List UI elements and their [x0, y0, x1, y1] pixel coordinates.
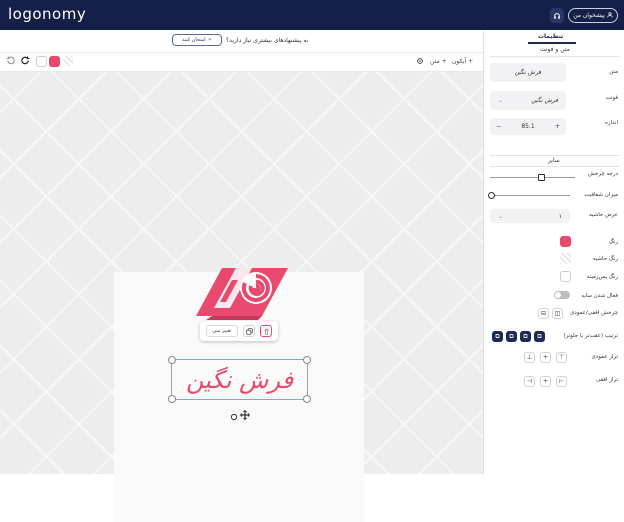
- user-icon: [607, 11, 613, 20]
- align-right-icon[interactable]: ⊣: [524, 376, 535, 387]
- chevron-down-icon: ⌄: [498, 97, 504, 104]
- font-select[interactable]: ⌄ فرش نگین: [490, 91, 566, 110]
- divider: [490, 166, 620, 167]
- opacity-slider[interactable]: [490, 195, 570, 196]
- rug-logo-icon[interactable]: [192, 264, 290, 320]
- account-button[interactable]: پیشخوان من: [568, 8, 618, 23]
- text-input[interactable]: فرش نگین: [490, 63, 566, 82]
- align-bottom-icon[interactable]: ⊥: [524, 352, 535, 363]
- size-value: 85.1: [521, 123, 535, 130]
- rotation-slider[interactable]: [490, 177, 575, 178]
- move-icon[interactable]: [240, 405, 250, 424]
- chevron-down-icon: ⌄: [498, 212, 504, 220]
- font-label: فونت: [605, 95, 618, 101]
- canvas-toolbar: متن + آیکون +: [0, 53, 483, 72]
- bg-color-label: رنگ پس‌زمینه: [586, 274, 618, 280]
- border-color-label: رنگ حاشیه: [592, 256, 618, 262]
- color-swatch[interactable]: [560, 236, 571, 247]
- resize-handle[interactable]: [303, 395, 311, 403]
- top-bar: logonomy پیشخوان من: [0, 0, 624, 30]
- other-section: سایر: [548, 157, 560, 164]
- logo-text: فرش نگین: [185, 365, 294, 394]
- bring-forward-icon[interactable]: ⧉: [506, 331, 517, 342]
- align-left-icon[interactable]: ⊢: [556, 376, 567, 387]
- edit-text-button[interactable]: تغییر متن: [206, 325, 238, 337]
- flip-label: چرخش افقی/عمودی: [569, 310, 618, 316]
- context-menu: تغییر متن: [200, 321, 278, 341]
- rotation-slider-thumb[interactable]: [538, 174, 545, 181]
- send-backward-icon[interactable]: ⧉: [520, 331, 531, 342]
- size-stepper[interactable]: − 85.1 +: [490, 118, 566, 135]
- align-top-icon[interactable]: ⊤: [556, 352, 567, 363]
- size-label: اندازه: [604, 120, 618, 126]
- rotation-label: درجه چرخش: [587, 171, 618, 177]
- opacity-label: میزان شفافیت: [584, 192, 618, 198]
- text-label: متن: [609, 69, 618, 75]
- flip-vertical-icon[interactable]: ⊟: [538, 308, 549, 319]
- divider: [490, 155, 620, 156]
- bg-color-swatch[interactable]: [560, 271, 571, 282]
- flip-horizontal-icon[interactable]: ◫: [552, 308, 563, 319]
- shadow-toggle[interactable]: [554, 291, 570, 299]
- border-color-swatch[interactable]: [560, 253, 571, 264]
- border-width-select[interactable]: ⌄ ۱: [490, 209, 570, 223]
- rotate-icon[interactable]: [230, 406, 238, 425]
- add-icon-button[interactable]: آیکون +: [452, 58, 473, 65]
- gear-icon[interactable]: [416, 57, 424, 65]
- try-button[interactable]: امتحان کنید ✧: [172, 34, 222, 46]
- toggle-knob: [555, 292, 561, 298]
- order-label: ترتیب (عقب‌تر یا جلوتر): [563, 333, 618, 339]
- pink-swatch[interactable]: [49, 56, 60, 67]
- color-label: رنگ: [608, 239, 618, 245]
- white-swatch[interactable]: [36, 56, 47, 67]
- plus-icon: +: [468, 58, 474, 65]
- resize-handle[interactable]: [168, 356, 176, 364]
- text-font-section: متن و فونت: [540, 46, 570, 53]
- add-text-label: متن: [430, 58, 440, 65]
- resize-handle[interactable]: [168, 395, 176, 403]
- border-width-value: ۱: [558, 212, 562, 220]
- send-to-back-icon[interactable]: ⧉: [534, 331, 545, 342]
- panel-title: تنظیمات: [538, 33, 564, 40]
- undo-icon[interactable]: [5, 55, 16, 66]
- try-button-label: امتحان کنید: [182, 37, 206, 43]
- plus-icon: +: [441, 58, 447, 65]
- halign-label: تراز افقی: [595, 377, 618, 383]
- trash-icon[interactable]: [260, 325, 272, 337]
- add-icon-label: آیکون: [452, 58, 467, 65]
- redo-icon[interactable]: [20, 55, 31, 66]
- size-plus-button[interactable]: +: [555, 123, 560, 130]
- account-label: پیشخوان من: [573, 12, 605, 19]
- brand-logo[interactable]: logonomy: [8, 5, 86, 23]
- settings-panel: تنظیمات متن و فونت متن فرش نگین فونت ⌄ ف…: [483, 30, 624, 474]
- resize-handle[interactable]: [303, 356, 311, 364]
- font-value: فرش نگین: [531, 97, 558, 104]
- suggestion-bar: به پیشنهادهای بیشتری نیاز دارید؟: [0, 30, 483, 53]
- opacity-slider-thumb[interactable]: [488, 192, 495, 199]
- bring-to-front-icon[interactable]: ⧉: [492, 331, 503, 342]
- headset-icon[interactable]: [550, 8, 564, 23]
- logo-text-selection[interactable]: فرش نگین: [168, 356, 311, 403]
- sparkle-icon: ✧: [207, 37, 212, 43]
- align-middle-icon[interactable]: +: [540, 352, 551, 363]
- copy-icon[interactable]: [243, 325, 255, 337]
- shadow-label: فعال شدن سایه: [581, 293, 618, 299]
- valign-label: تراز عمودی: [591, 354, 618, 360]
- align-center-icon[interactable]: +: [540, 376, 551, 387]
- edit-text-label: تغییر متن: [212, 328, 232, 334]
- divider: [490, 56, 620, 57]
- border-width-label: عرض حاشیه: [588, 212, 618, 218]
- suggestion-question: به پیشنهادهای بیشتری نیاز دارید؟: [226, 37, 309, 44]
- transparent-swatch[interactable]: [63, 56, 73, 66]
- size-minus-button[interactable]: −: [496, 123, 501, 130]
- title-underline: [528, 42, 576, 44]
- add-text-button[interactable]: متن +: [430, 58, 447, 65]
